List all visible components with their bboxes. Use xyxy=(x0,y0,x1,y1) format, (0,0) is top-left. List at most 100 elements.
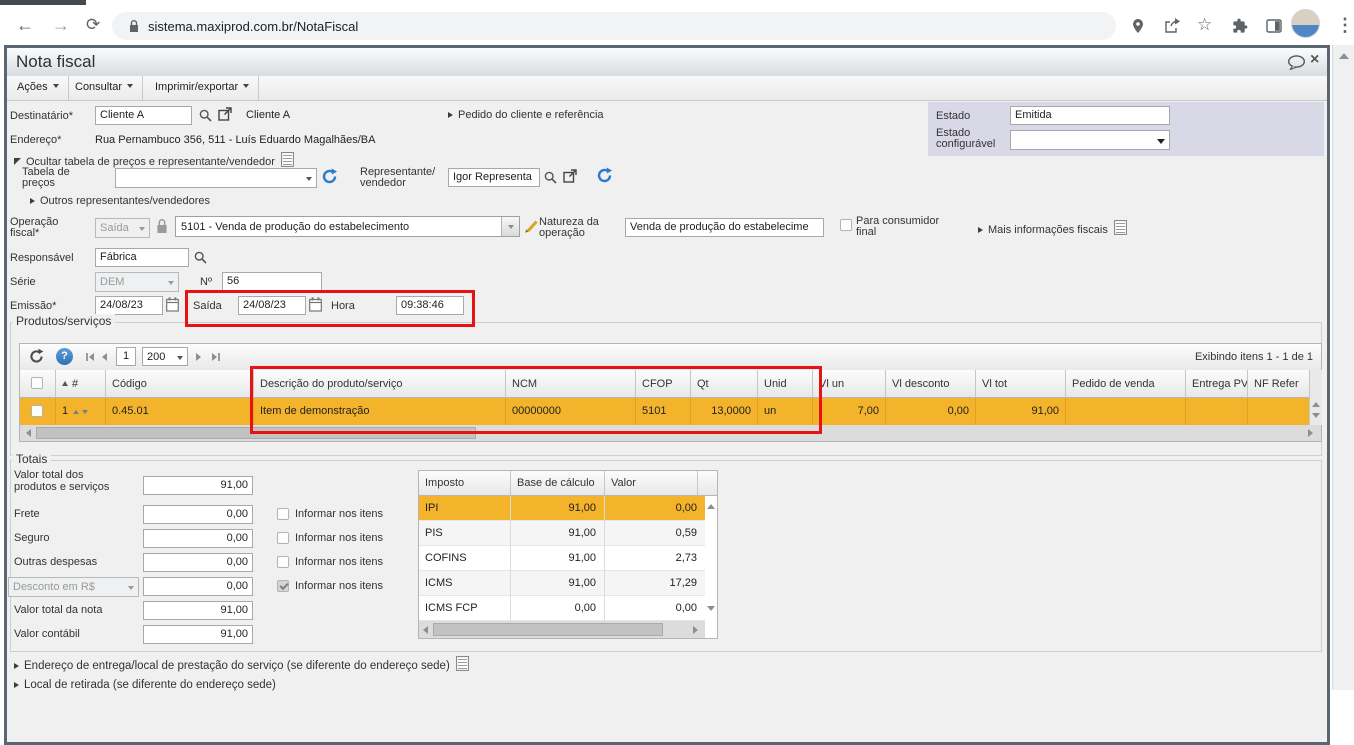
estado-configuravel-select[interactable] xyxy=(1010,130,1170,150)
search-icon[interactable] xyxy=(194,251,207,264)
hora-field[interactable]: 09:38:46 xyxy=(396,296,464,315)
header-entrega-pv[interactable]: Entrega PV xyxy=(1186,370,1248,398)
responsavel-field[interactable]: Fábrica xyxy=(95,248,189,267)
desconto-field[interactable]: 0,00 xyxy=(143,577,253,596)
header-base-calculo[interactable]: Base de cálculo xyxy=(511,471,605,496)
valor-contabil-field[interactable]: 91,00 xyxy=(143,625,253,644)
menu-consultar[interactable]: Consultar xyxy=(67,76,144,100)
page-scrollbar[interactable] xyxy=(1332,45,1354,690)
outros-representantes-expander[interactable]: Outros representantes/vendedores xyxy=(30,195,210,207)
para-consumidor-checkbox[interactable] xyxy=(840,219,852,231)
share-icon[interactable] xyxy=(1163,18,1180,34)
grid-refresh-icon[interactable] xyxy=(28,348,45,365)
outras-despesas-field[interactable]: 0,00 xyxy=(143,553,253,572)
chat-bubble-icon[interactable] xyxy=(1287,55,1306,70)
scroll-down-icon[interactable] xyxy=(707,606,715,611)
scroll-left-icon[interactable] xyxy=(423,626,428,634)
header-ncm[interactable]: NCM xyxy=(506,370,636,398)
scroll-down-icon[interactable] xyxy=(1312,413,1320,418)
header-descricao[interactable]: Descrição do produto/serviço xyxy=(254,370,506,398)
pedido-cliente-expander[interactable]: Pedido do cliente e referência xyxy=(448,109,604,121)
tax-horizontal-scrollbar[interactable] xyxy=(419,621,705,638)
header-qt[interactable]: Qt xyxy=(691,370,758,398)
mais-informacoes-expander[interactable]: Mais informações fiscais xyxy=(978,220,1127,236)
grid-horizontal-scrollbar[interactable] xyxy=(20,425,1321,441)
search-icon[interactable] xyxy=(199,109,212,122)
profile-avatar[interactable] xyxy=(1291,9,1320,38)
calendar-icon[interactable] xyxy=(309,297,322,312)
destinatario-link[interactable]: Cliente A xyxy=(246,109,290,121)
menu-acoes[interactable]: Ações xyxy=(9,76,69,100)
scrollbar-thumb[interactable] xyxy=(433,623,663,636)
bookmark-star-icon[interactable]: ☆ xyxy=(1197,16,1212,34)
select-all-checkbox[interactable] xyxy=(31,377,43,389)
header-codigo[interactable]: Código xyxy=(106,370,254,398)
extensions-puzzle-icon[interactable] xyxy=(1232,18,1248,34)
header-valor[interactable]: Valor xyxy=(605,471,698,496)
saida-field[interactable]: 24/08/23 xyxy=(238,296,306,315)
header-num[interactable]: # xyxy=(56,370,106,398)
header-nf-refer[interactable]: NF Refer xyxy=(1248,370,1309,398)
close-icon[interactable]: × xyxy=(1310,51,1319,69)
location-pin-icon[interactable] xyxy=(1130,18,1146,34)
menu-dots-icon[interactable]: ⋮ xyxy=(1336,16,1354,34)
serie-select[interactable]: DEM xyxy=(95,272,179,292)
refresh-icon[interactable] xyxy=(596,167,613,184)
outras-informar-checkbox[interactable] xyxy=(277,556,289,568)
frete-field[interactable]: 0,00 xyxy=(143,505,253,524)
scroll-left-icon[interactable] xyxy=(26,429,31,437)
scrollbar-thumb[interactable] xyxy=(36,427,476,439)
doc-note-icon[interactable] xyxy=(455,656,469,671)
header-vl-tot[interactable]: Vl tot xyxy=(976,370,1066,398)
desconto-tipo-select[interactable]: Desconto em R$ xyxy=(8,577,139,597)
header-cfop[interactable]: CFOP xyxy=(636,370,691,398)
natureza-operacao-field[interactable]: Venda de produção do estabelecime xyxy=(625,218,824,237)
seguro-field[interactable]: 0,00 xyxy=(143,529,253,548)
scroll-up-arrow-icon[interactable] xyxy=(1339,53,1349,59)
pager-page-input[interactable]: 1 xyxy=(116,347,136,366)
help-icon[interactable]: ? xyxy=(56,348,73,365)
emissao-field[interactable]: 24/08/23 xyxy=(95,296,163,315)
grid-vertical-scrollbar[interactable] xyxy=(1309,370,1322,425)
refresh-icon[interactable] xyxy=(321,168,338,185)
search-icon[interactable] xyxy=(544,171,557,184)
reload-icon[interactable]: ⟳ xyxy=(86,16,100,34)
scroll-right-icon[interactable] xyxy=(693,626,698,634)
cfop-select[interactable]: 5101 - Venda de produção do estabelecime… xyxy=(175,216,520,237)
header-imposto[interactable]: Imposto xyxy=(419,471,511,496)
doc-note-icon[interactable] xyxy=(280,152,294,167)
calendar-icon[interactable] xyxy=(166,297,179,312)
row-checkbox[interactable] xyxy=(31,405,43,417)
menu-imprimir-exportar[interactable]: Imprimir/exportar xyxy=(147,76,260,100)
https-lock-icon[interactable] xyxy=(128,19,140,33)
header-pedido-venda[interactable]: Pedido de venda xyxy=(1066,370,1186,398)
back-icon[interactable]: ← xyxy=(16,16,34,34)
frete-informar-checkbox[interactable] xyxy=(277,508,289,520)
forward-icon[interactable]: → xyxy=(52,16,70,34)
open-record-icon[interactable] xyxy=(563,169,577,183)
representante-field[interactable]: Igor Representa xyxy=(448,168,540,187)
side-panel-icon[interactable] xyxy=(1266,18,1282,34)
valor-total-produtos-field[interactable]: 91,00 xyxy=(143,476,253,495)
tax-vertical-scrollbar[interactable] xyxy=(705,496,717,621)
operacao-tipo-select[interactable]: Saída xyxy=(95,218,150,238)
tabela-precos-select[interactable] xyxy=(115,168,317,188)
valor-total-nota-field[interactable]: 91,00 xyxy=(143,601,253,620)
numero-field[interactable]: 56 xyxy=(222,272,322,291)
header-vl-desconto[interactable]: Vl desconto xyxy=(886,370,976,398)
destinatario-field[interactable]: Cliente A xyxy=(95,106,192,125)
local-retirada-expander[interactable]: Local de retirada (se diferente do ender… xyxy=(14,679,276,691)
desconto-informar-checkbox[interactable] xyxy=(277,580,289,592)
header-unid[interactable]: Unid xyxy=(758,370,813,398)
scroll-up-icon[interactable] xyxy=(707,504,715,509)
header-vl-un[interactable]: Vl un xyxy=(813,370,886,398)
estado-field[interactable]: Emitida xyxy=(1010,106,1170,125)
url-bar[interactable]: sistema.maxiprod.com.br/NotaFiscal xyxy=(112,12,1116,40)
doc-note-icon[interactable] xyxy=(1113,220,1127,235)
move-up-icon[interactable] xyxy=(73,410,80,414)
cfop-dropdown-button[interactable] xyxy=(501,217,519,236)
scroll-right-icon[interactable] xyxy=(1308,429,1313,437)
seguro-informar-checkbox[interactable] xyxy=(277,532,289,544)
open-record-icon[interactable] xyxy=(218,107,232,121)
pager-page-size-select[interactable]: 200 xyxy=(142,347,188,366)
